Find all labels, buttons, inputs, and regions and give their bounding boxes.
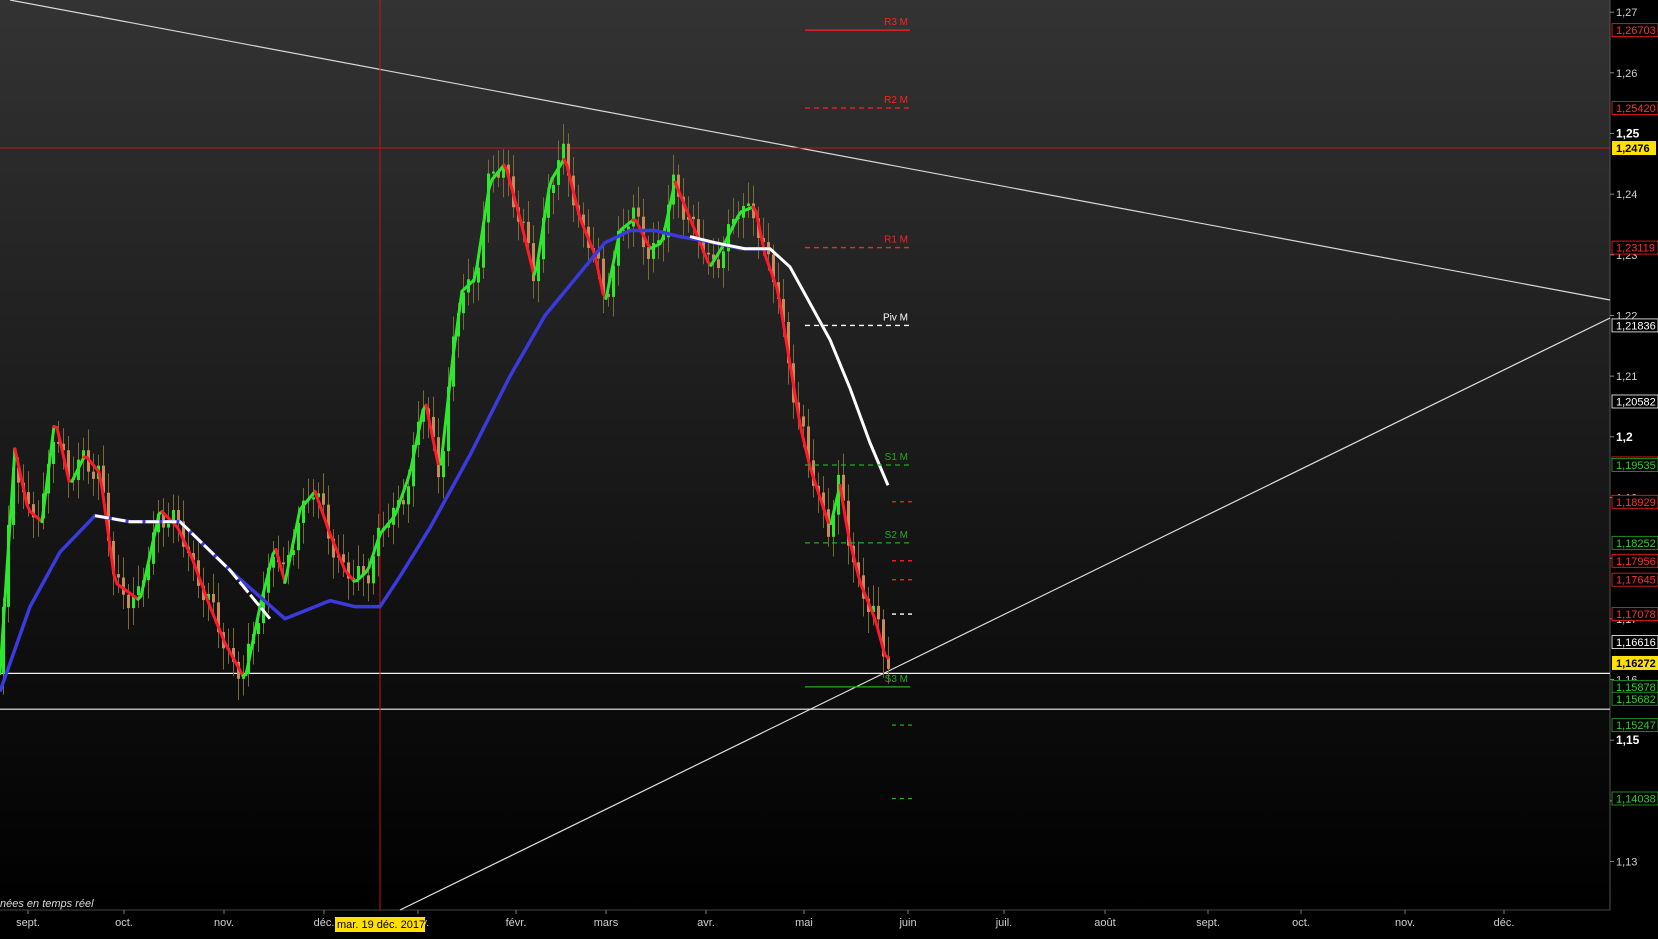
pivot-label-1: R2 M: [884, 95, 908, 106]
x-tick-label-5: févr.: [506, 917, 527, 929]
y-tick-label-7: 1,2: [1616, 430, 1633, 444]
date-badge-text: mar. 19 déc. 2017: [337, 919, 425, 931]
y-tick-label-6: 1,21: [1616, 371, 1637, 383]
price-tag-2: 1,23119: [1611, 240, 1658, 255]
price-tag-3: 1,21836: [1611, 318, 1658, 332]
price-tag-6: 1,19535: [1611, 458, 1658, 472]
price-tag-15: 1,15247: [1611, 718, 1658, 732]
price-tag-7: 1,18929: [1611, 494, 1658, 509]
candle-body: [282, 562, 285, 565]
x-tick-label-2: nov.: [214, 917, 234, 929]
candle-body: [492, 171, 495, 174]
price-tag-text: 1,15247: [1616, 720, 1656, 732]
price-tag-text: 1,14038: [1616, 793, 1656, 805]
candle-body: [322, 493, 325, 505]
price-tag-9: 1,17956: [1611, 553, 1658, 568]
candle-body: [92, 471, 95, 479]
candle-body: [877, 605, 880, 620]
price-tag-text: 1,17078: [1616, 609, 1656, 621]
price-tag-text: 1,18252: [1616, 538, 1656, 550]
candle-body: [707, 252, 710, 255]
price-tag-4: 1,20582: [1611, 394, 1658, 408]
y-tick-label-12: 1,15: [1616, 733, 1640, 747]
x-tick-label-6: mars: [594, 917, 619, 929]
x-tick-label-15: déc.: [1494, 917, 1515, 929]
x-tick-label-13: oct.: [1292, 917, 1310, 929]
pivot-label-2: R1 M: [884, 235, 908, 246]
price-tag-text: 1,19535: [1616, 460, 1656, 472]
price-tag-11: 1,17078: [1611, 607, 1658, 621]
candle-body: [367, 575, 370, 584]
candle-body: [802, 416, 805, 427]
candle-body: [127, 594, 130, 609]
x-tick-label-10: juil.: [995, 917, 1013, 929]
candle-body: [117, 574, 120, 578]
x-tick-label-9: juin: [898, 917, 916, 929]
pivot-label-5: S2 M: [885, 530, 908, 541]
price-tag-text: 1,18929: [1616, 497, 1656, 509]
pivot-label-6: S3 M: [885, 674, 908, 685]
candle-body: [407, 486, 410, 505]
price-tag-14: 1,15682: [1611, 691, 1658, 706]
candle-body: [647, 247, 650, 259]
y-tick-label-1: 1,26: [1616, 68, 1637, 80]
candle-body: [552, 184, 555, 194]
candle-body: [637, 207, 640, 217]
price-tag-text: 1,26703: [1616, 25, 1656, 37]
candle-body: [402, 500, 405, 505]
x-tick-label-11: août: [1094, 917, 1115, 929]
price-tag-1: 1,25420: [1611, 101, 1658, 115]
price-tag-text: 1,20582: [1616, 396, 1656, 408]
pivot-label-3: Piv M: [883, 312, 908, 323]
candle-body: [747, 203, 750, 207]
plot-background: [0, 0, 1610, 910]
x-tick-label-3: déc.: [314, 917, 335, 929]
pivot-label-0: R3 M: [884, 17, 908, 28]
last-price-badge-text: 1,16272: [1616, 658, 1656, 670]
price-tag-text: 1,25420: [1616, 103, 1656, 115]
crosshair-price-badge: 1,2476: [1612, 141, 1656, 156]
price-tag-text: 1,17645: [1616, 575, 1656, 587]
price-tag-0: 1,26703: [1611, 23, 1658, 37]
x-tick-label-12: sept.: [1196, 917, 1220, 929]
candle-body: [137, 586, 140, 596]
candle-body: [177, 509, 180, 522]
last-price-badge: 1,16272: [1612, 655, 1658, 670]
y-tick-label-14: 1,13: [1616, 856, 1637, 868]
price-tag-13: 1,15878: [1611, 679, 1658, 694]
x-tick-label-1: oct.: [115, 917, 133, 929]
price-tag-text: 1,17956: [1616, 556, 1656, 568]
price-tag-16: 1,14038: [1611, 791, 1658, 805]
y-tick-label-0: 1,27: [1616, 7, 1637, 19]
candle-body: [562, 143, 565, 161]
x-tick-label-8: mai: [795, 917, 813, 929]
price-tag-text: 1,23119: [1616, 243, 1655, 255]
x-tick-label-0: sept.: [16, 917, 40, 929]
y-tick-label-2: 1,25: [1616, 126, 1640, 140]
price-tag-10: 1,17645: [1611, 572, 1658, 587]
price-tag-text: 1,15682: [1616, 694, 1656, 706]
x-tick-label-7: avr.: [697, 917, 715, 929]
price-tag-8: 1,18252: [1611, 535, 1658, 550]
price-tag-text: 1,16616: [1616, 637, 1656, 649]
candle-body: [527, 221, 530, 244]
price-tag-12: 1,16616: [1611, 635, 1658, 649]
price-chart[interactable]: R3 M R2 M R1 M Piv M S1 M S2 M S3 M 1,27 1,26 1,…: [0, 0, 1658, 939]
crosshair-price-badge-text: 1,2476: [1616, 143, 1650, 155]
candle-body: [167, 523, 170, 528]
chart-window: R3 M R2 M R1 M Piv M S1 M S2 M S3 M 1,27 1,26 1,…: [0, 0, 1658, 939]
candle-body: [312, 497, 315, 500]
y-tick-label-3: 1,24: [1616, 189, 1637, 201]
fast-ma-segment: [883, 653, 890, 660]
x-tick-label-14: nov.: [1395, 917, 1415, 929]
date-badge: mar. 19 déc. 2017: [335, 917, 425, 932]
price-tag-text: 1,21836: [1616, 320, 1656, 332]
candle-body: [212, 593, 215, 603]
candle-body: [717, 259, 720, 269]
candle-body: [722, 251, 725, 269]
footer-realtime-text: nées en temps réel: [0, 898, 94, 910]
candle-body: [632, 207, 635, 227]
candle-body: [692, 216, 695, 220]
pivot-label-4: S1 M: [885, 452, 908, 463]
